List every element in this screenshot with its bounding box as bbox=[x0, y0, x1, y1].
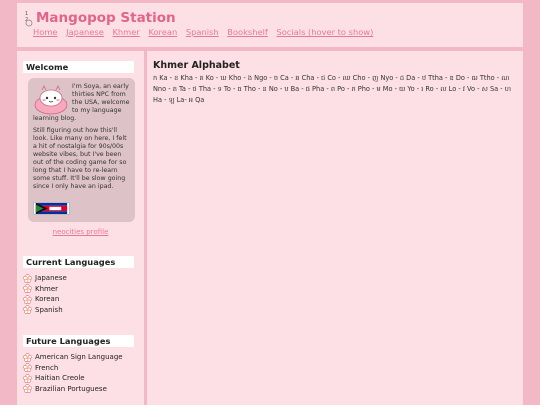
neocities-profile-link[interactable]: neocities profile bbox=[17, 228, 144, 236]
language-name: American Sign Language bbox=[35, 353, 123, 361]
nav-korean[interactable]: Korean bbox=[148, 27, 177, 37]
flower-icon bbox=[23, 305, 32, 315]
flower-icon bbox=[23, 363, 32, 373]
page-title: Khmer Alphabet bbox=[153, 60, 240, 71]
language-name: Korean bbox=[35, 295, 60, 303]
flower-icon bbox=[23, 294, 32, 304]
flower-icon bbox=[23, 352, 32, 362]
language-name: Japanese bbox=[35, 274, 67, 282]
language-name: Brazilian Portuguese bbox=[35, 384, 107, 393]
list-item: Haitian Creole bbox=[23, 373, 123, 384]
flower-icon bbox=[23, 284, 32, 294]
future-languages-heading: Future Languages bbox=[23, 335, 134, 347]
list-item: French bbox=[23, 363, 123, 374]
nav-socials[interactable]: Socials (hover to show) bbox=[276, 27, 373, 37]
flower-icon bbox=[23, 373, 32, 383]
main-nav: Home Japanese Khmer Korean Spanish Books… bbox=[33, 27, 379, 37]
language-name: Haitian Creole bbox=[35, 374, 85, 382]
list-item: Khmer bbox=[23, 284, 67, 295]
future-languages-list: American Sign Language French Haitian Cr… bbox=[23, 352, 123, 394]
soya-avatar-icon bbox=[34, 85, 68, 115]
current-languages-heading: Current Languages bbox=[23, 256, 134, 268]
list-item: Brazilian Portuguese bbox=[23, 384, 123, 395]
welcome-body: Still figuring out how this'll look. Lik… bbox=[33, 127, 127, 190]
welcome-box: I'm Soya, an early thirties NPC from the… bbox=[28, 78, 135, 222]
current-languages-list: Japanese Khmer Korean Spanish bbox=[23, 273, 67, 315]
main-content: Khmer Alphabet ក Ka - ខ Kha - គ Ko - ឃ K… bbox=[147, 51, 523, 405]
list-item: Japanese bbox=[23, 273, 67, 284]
nav-spanish[interactable]: Spanish bbox=[186, 27, 219, 37]
khmer-alphabet-text: ក Ka - ខ Kha - គ Ko - ឃ Kho - ង Ngo - ច … bbox=[153, 74, 512, 104]
language-name: French bbox=[35, 363, 59, 372]
site-logo[interactable]: 1 2 bbox=[23, 9, 37, 27]
nav-bookshelf[interactable]: Bookshelf bbox=[227, 27, 268, 37]
flower-icon bbox=[23, 273, 32, 283]
site-title[interactable]: Mangopop Station bbox=[36, 10, 176, 26]
cambodia-flag-icon bbox=[33, 202, 70, 215]
flower-icon bbox=[23, 384, 32, 394]
nav-khmer[interactable]: Khmer bbox=[112, 27, 139, 37]
list-item: American Sign Language bbox=[23, 352, 123, 363]
nav-japanese[interactable]: Japanese bbox=[66, 27, 104, 37]
list-item: Korean bbox=[23, 294, 67, 305]
sidebar: Welcome I'm Soya, an early thirties NPC … bbox=[17, 51, 144, 405]
site-header: 1 2 Mangopop Station Home Japanese Khmer… bbox=[17, 3, 523, 47]
list-item: Spanish bbox=[23, 305, 67, 316]
nav-home[interactable]: Home bbox=[33, 27, 58, 37]
language-name: Khmer bbox=[35, 284, 59, 293]
language-name: Spanish bbox=[35, 305, 63, 314]
welcome-heading: Welcome bbox=[23, 61, 134, 73]
